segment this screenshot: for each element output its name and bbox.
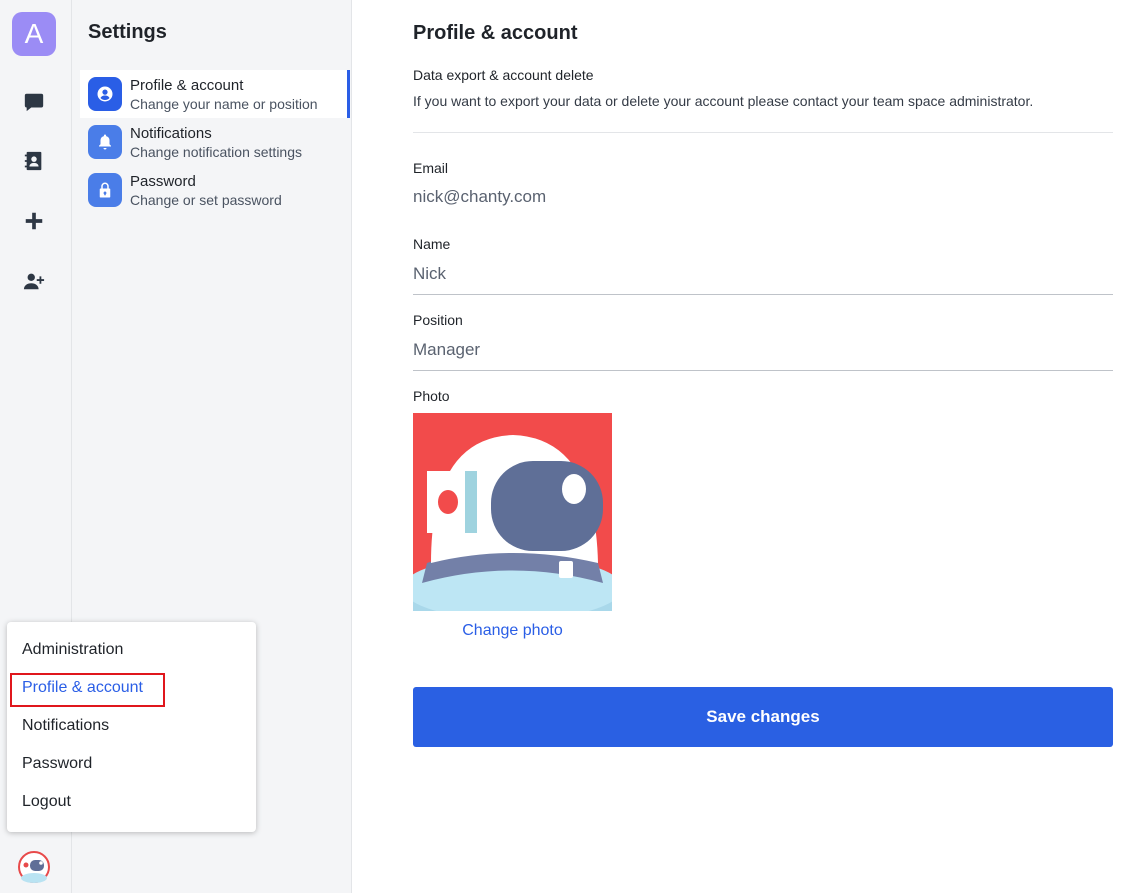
position-input[interactable] [413,338,1113,362]
email-label: Email [413,160,449,176]
name-label: Name [413,236,451,252]
email-value: nick@chanty.com [413,187,547,206]
position-label: Position [413,312,463,328]
chat-icon[interactable] [18,86,50,118]
workspace-avatar[interactable]: A [12,12,56,56]
sidebar-item-label: Profile & account [130,76,244,94]
contacts-icon[interactable] [18,145,50,177]
user-circle-icon [88,77,122,111]
plus-icon[interactable] [18,205,50,237]
page-title: Profile & account [413,22,578,44]
photo-label: Photo [413,388,450,404]
lock-icon [88,173,122,207]
user-avatar-icon[interactable] [16,850,52,884]
position-underline [413,370,1113,371]
name-underline [413,294,1113,295]
menu-item-administration[interactable]: Administration [22,641,123,659]
export-description: If you want to export your data or delet… [413,93,1034,109]
profile-photo [413,413,612,611]
menu-item-password[interactable]: Password [22,755,92,773]
menu-item-logout[interactable]: Logout [22,793,71,811]
bell-icon [88,125,122,159]
sidebar-item-desc: Change notification settings [130,143,302,160]
sidebar-item-label: Notifications [130,124,212,142]
account-menu: Administration Profile & account Notific… [7,622,256,832]
sidebar-item-password[interactable]: Password Change or set password [80,166,350,214]
section-divider [413,132,1113,133]
sidebar-item-notifications[interactable]: Notifications Change notification settin… [80,118,350,166]
menu-item-notifications[interactable]: Notifications [22,717,109,735]
settings-title: Settings [88,21,167,43]
change-photo-link[interactable]: Change photo [413,622,612,640]
sidebar-item-label: Password [130,172,196,190]
export-title: Data export & account delete [413,67,594,83]
name-input[interactable] [413,262,1113,286]
sidebar-item-profile[interactable]: Profile & account Change your name or po… [80,70,350,118]
add-user-icon[interactable] [18,265,50,297]
sidebar-item-desc: Change or set password [130,191,282,208]
save-button[interactable]: Save changes [413,687,1113,747]
sidebar-item-desc: Change your name or position [130,95,318,112]
highlight-box [10,673,165,707]
